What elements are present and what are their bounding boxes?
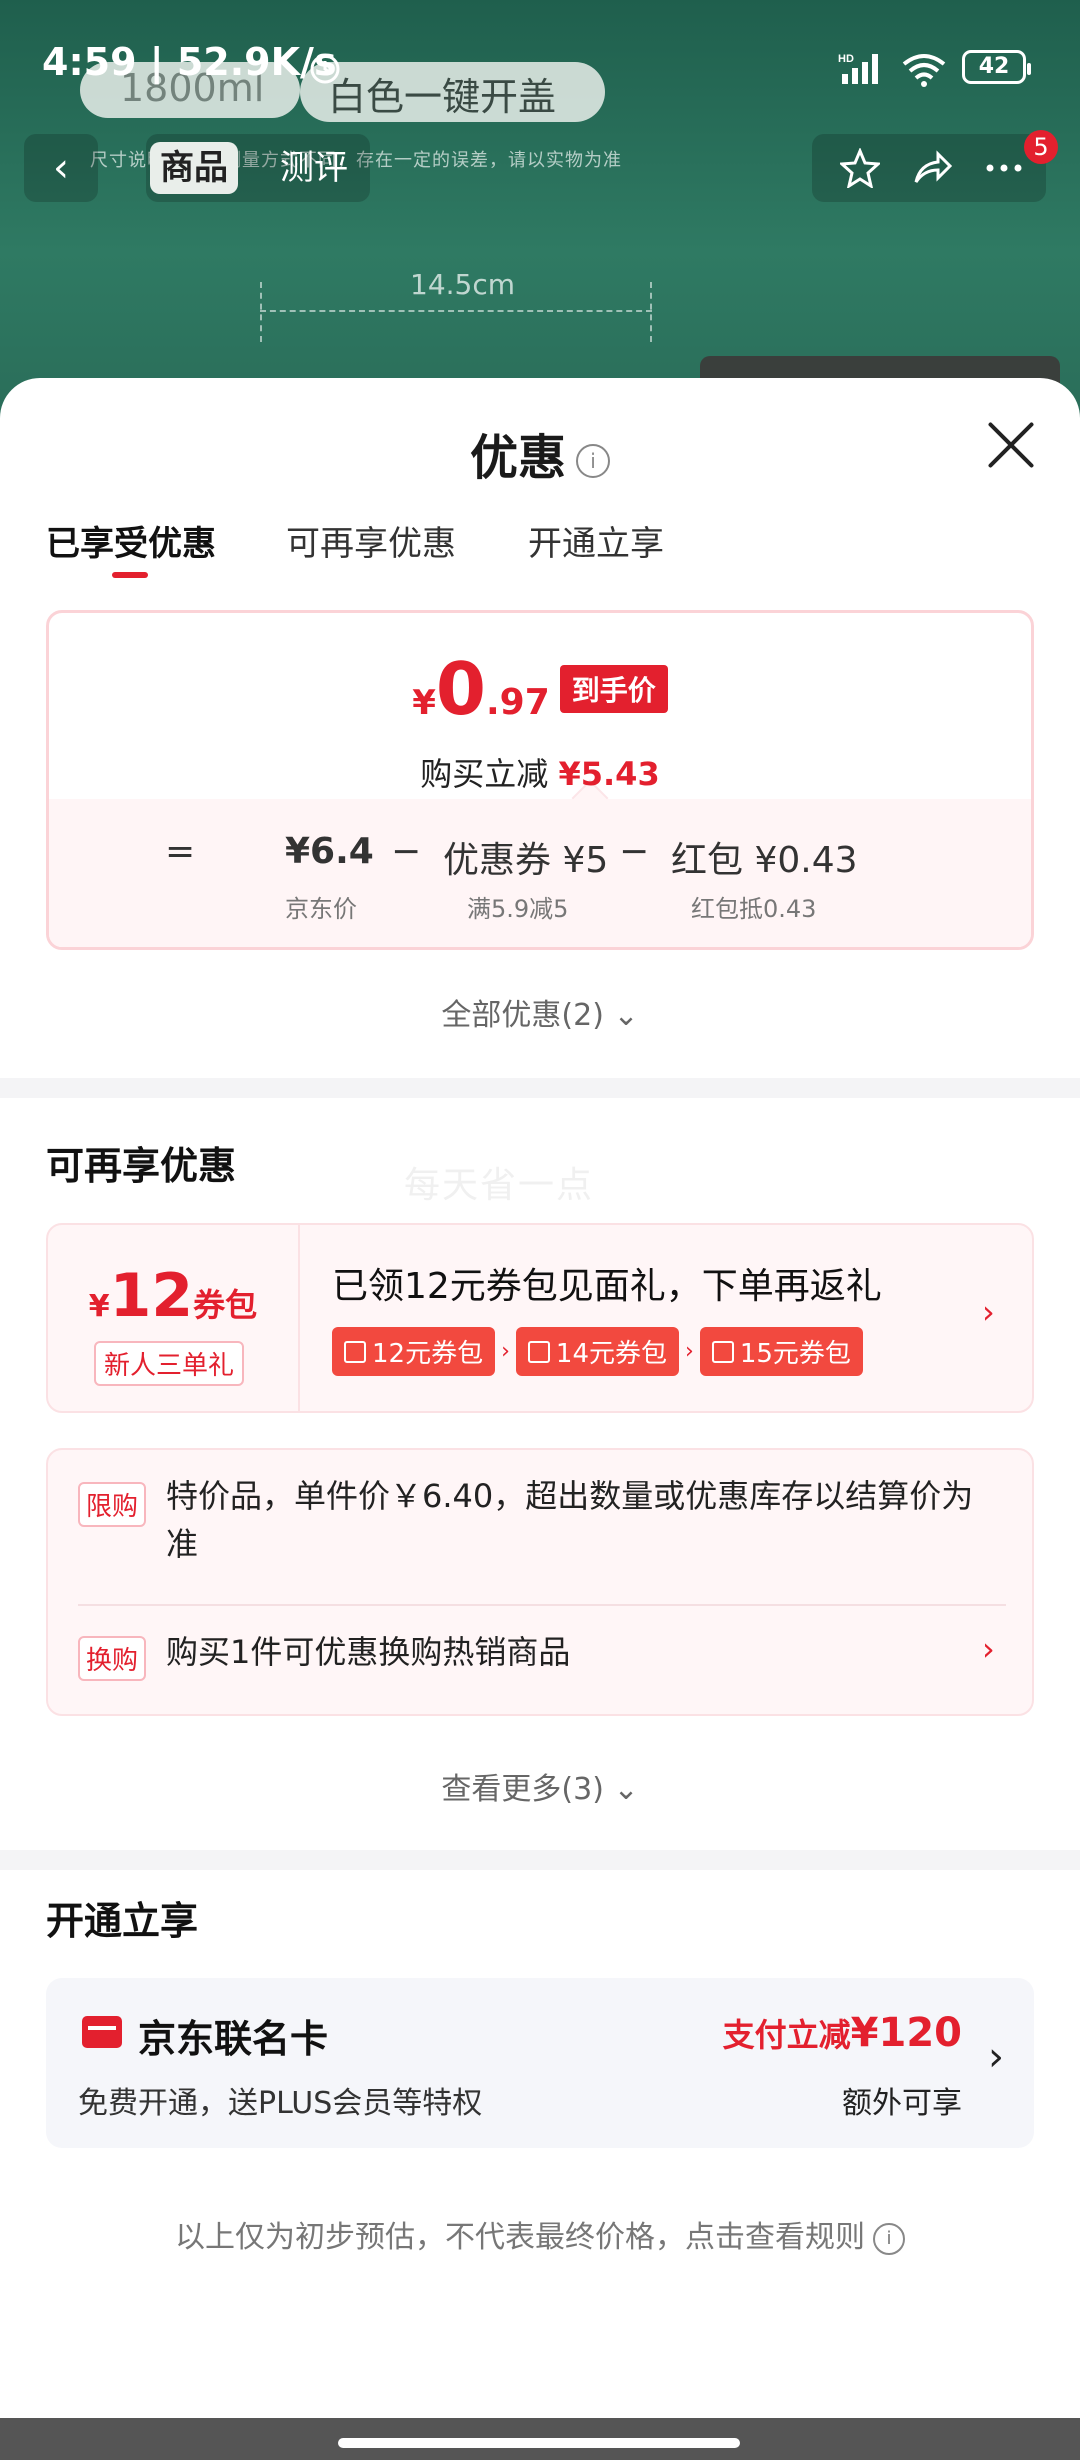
coupon-chip-label: 14元券包 xyxy=(555,1339,667,1369)
dimension-line xyxy=(260,282,652,342)
view-more-label: 查看更多(3) xyxy=(441,1772,604,1807)
wifi-icon xyxy=(902,54,946,87)
chevron-down-icon: ⌄ xyxy=(613,1772,639,1807)
promo-amount: ¥120 xyxy=(850,2010,962,2056)
cobrand-card-offer[interactable]: 京东联名卡 免费开通，送PLUS会员等特权 支付立减¥120 额外可享 › xyxy=(46,1978,1034,2148)
discount-label: 购买立减 xyxy=(420,755,549,793)
disclaimer-text: 以上仅为初步预估，不代表最终价格，点击查看规则 xyxy=(175,2220,865,2255)
exchange-text: 购买1件可优惠换购热销商品 xyxy=(166,1633,571,1671)
coupon-chips: 12元券包 › 14元券包 › 15元券包 xyxy=(332,1327,863,1376)
tab-open-enjoy[interactable]: 开通立享 xyxy=(528,516,664,565)
home-indicator[interactable] xyxy=(338,2438,740,2448)
battery-icon: 42 xyxy=(962,50,1031,84)
equals-sign: = xyxy=(165,831,196,872)
coupon-chip-label: 15元券包 xyxy=(739,1339,851,1369)
price-dec: .97 xyxy=(485,682,550,723)
system-nav-bar xyxy=(0,2418,1080,2460)
coupon-pack-unit: 券包 xyxy=(193,1286,258,1324)
sheet-title-text: 优惠 xyxy=(469,430,566,486)
exchange-badge: 换购 xyxy=(78,1636,147,1681)
section-title-more: 可再享优惠 xyxy=(46,1144,237,1188)
cobrand-card-name: 京东联名卡 xyxy=(138,2017,329,2061)
cobrand-card-promo: 支付立减¥120 xyxy=(723,2010,962,2056)
hd-signal-icon: HD xyxy=(838,53,878,84)
limit-badge: 限购 xyxy=(78,1482,147,1527)
action-group xyxy=(812,134,1046,202)
coupon-chip-label: 12元券包 xyxy=(372,1339,484,1369)
final-price-tag: 到手价 xyxy=(559,665,668,713)
minus-sign-2: − xyxy=(619,831,650,872)
more-icon[interactable] xyxy=(984,148,1024,188)
all-promotions-toggle[interactable]: 全部优惠(2) ⌄ xyxy=(0,990,1080,1034)
tab-review[interactable]: 测评 xyxy=(270,142,358,194)
rules-divider xyxy=(78,1604,1006,1606)
section-divider xyxy=(0,1078,1080,1098)
promo-prefix: 支付立减 xyxy=(722,2016,851,2054)
newcomer-tag: 新人三单礼 xyxy=(94,1341,245,1386)
view-more-toggle[interactable]: 查看更多(3) ⌄ xyxy=(0,1764,1080,1808)
message-badge: 5 xyxy=(1024,130,1058,164)
tab-enjoyed[interactable]: 已享受优惠 xyxy=(46,516,216,565)
product-tabs: 商品 测评 xyxy=(146,134,370,202)
price-int: 0 xyxy=(435,647,486,731)
discount-summary: 购买立减 ¥5.43 xyxy=(49,749,1031,795)
status-time: 4:59 | 52.9K/s xyxy=(42,40,337,84)
redpack-amount: 红包 ¥0.43 xyxy=(671,840,858,881)
back-arrow-icon: ‹ xyxy=(53,145,69,191)
section-title-open: 开通立享 xyxy=(46,1899,199,1943)
coupon-pack-amount-box: ¥12券包 新人三单礼 xyxy=(48,1225,300,1411)
purchase-rules-card: 限购 特价品，单件价￥6.40，超出数量或优惠库存以结算价为准 换购 购买1件可… xyxy=(46,1448,1034,1716)
coupon-chip-2: 14元券包 xyxy=(515,1327,679,1376)
tab-more-available[interactable]: 可再享优惠 xyxy=(286,516,456,565)
all-promotions-label: 全部优惠(2) xyxy=(441,998,604,1033)
jd-price: ¥6.4 xyxy=(285,831,374,872)
coupon-pack-card[interactable]: ¥12券包 新人三单礼 已领12元券包见面礼，下单再返礼 12元券包 › 14元… xyxy=(46,1223,1034,1413)
coupon-pack-number: 12 xyxy=(109,1261,194,1331)
back-button[interactable]: ‹ xyxy=(24,134,98,202)
lock-icon xyxy=(711,1340,734,1363)
svg-text:HD: HD xyxy=(838,53,854,65)
coupon-pack-amount: ¥12券包 xyxy=(48,1261,298,1331)
status-bar: 4:59 | 52.9K/s HD 42 xyxy=(0,0,1080,130)
cobrand-card-desc: 免费开通，送PLUS会员等特权 xyxy=(78,2086,483,2121)
coupon-pack-title: 已领12元券包见面礼，下单再返礼 xyxy=(332,1266,882,1307)
info-icon[interactable]: i xyxy=(576,444,610,478)
coupon-chip-3: 15元券包 xyxy=(699,1327,863,1376)
coupon-chip-1: 12元券包 xyxy=(332,1327,496,1376)
dimension-label: 14.5cm xyxy=(410,268,516,301)
final-price-card: ¥0.97 到手价 购买立减 ¥5.43 = ¥6.4 − 优惠券 ¥5 − 红包… xyxy=(46,610,1034,950)
favorite-star-icon[interactable] xyxy=(840,148,880,188)
chevron-right-icon: › xyxy=(982,1293,995,1331)
coupon-condition: 满5.9减5 xyxy=(467,895,569,923)
final-price: ¥0.97 到手价 xyxy=(49,647,1031,731)
jd-price-label: 京东价 xyxy=(285,895,357,923)
active-tab-indicator xyxy=(112,572,148,578)
sheet-title: 优惠 i xyxy=(0,418,1080,488)
close-icon[interactable] xyxy=(984,418,1038,472)
info-icon: i xyxy=(873,2222,905,2255)
section-divider xyxy=(0,1850,1080,1870)
watermark-text: 每天省一点 xyxy=(404,1165,595,1206)
lock-icon xyxy=(344,1340,366,1363)
coupon-pack-yen: ¥ xyxy=(88,1289,110,1324)
limit-text: 特价品，单件价￥6.40，超出数量或优惠库存以结算价为准 xyxy=(166,1477,974,1563)
chevron-right-icon: › xyxy=(988,2034,1004,2080)
chevron-right-icon: › xyxy=(501,1339,510,1364)
promotion-sheet: 优惠 i 已享受优惠 可再享优惠 开通立享 ¥0.97 到手价 购买立减 ¥5.43… xyxy=(0,378,1080,2418)
share-icon[interactable] xyxy=(912,148,952,188)
minus-sign-1: − xyxy=(391,831,422,872)
redpack-label: 红包抵0.43 xyxy=(691,895,817,923)
credit-card-icon xyxy=(82,2016,122,2048)
chevron-down-icon: ⌄ xyxy=(613,998,639,1033)
coupon-amount: 优惠券 ¥5 xyxy=(443,840,609,881)
alarm-icon xyxy=(310,54,340,84)
chevron-right-icon: › xyxy=(982,1630,995,1668)
discount-amount: ¥5.43 xyxy=(558,755,660,793)
cobrand-card-extra: 额外可享 xyxy=(842,2086,962,2121)
price-yen: ¥ xyxy=(412,683,436,723)
lock-icon xyxy=(527,1340,550,1363)
chevron-right-icon: › xyxy=(685,1339,694,1364)
disclaimer[interactable]: 以上仅为初步预估，不代表最终价格，点击查看规则 i xyxy=(0,2212,1080,2256)
tab-goods[interactable]: 商品 xyxy=(150,142,238,194)
